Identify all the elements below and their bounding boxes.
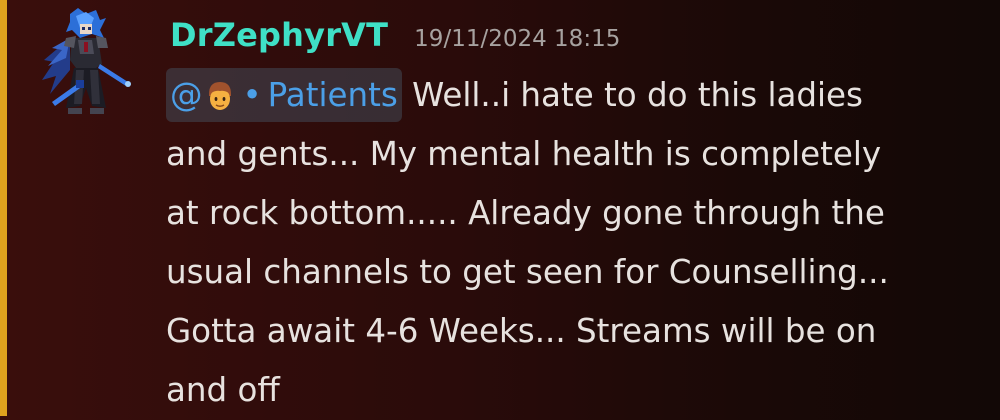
message-line: usual channels to get seen for Counselli… [166,253,889,291]
avatar[interactable] [40,8,132,118]
channel-mention[interactable]: @ • Patients [166,68,402,122]
mention-separator: • [242,76,262,114]
message-content: @ • Patients Well..i hate to do this ladi… [166,66,976,420]
channel-name: Patients [267,76,398,114]
chat-message: DrZephyrVT 19/11/2024 18:15 @ • Patients … [0,0,1000,416]
message-line: at rock bottom..... Already gone through… [166,194,885,232]
timestamp: 19/11/2024 18:15 [414,26,621,52]
message-line: and gents... My mental health is complet… [166,135,882,173]
message-header: DrZephyrVT 19/11/2024 18:15 [170,16,620,64]
avatar-character-icon [42,8,131,114]
message-text: Well..i hate to do this ladies [412,76,863,114]
message-line: and off [166,371,280,409]
mention-at-symbol: @ [170,76,203,114]
message-line: Gotta await 4-6 Weeks... Streams will be… [166,312,877,350]
message-line: @ • Patients Well..i hate to do this ladi… [166,66,976,125]
username[interactable]: DrZephyrVT [170,16,388,54]
boy-emoji-icon [205,74,235,110]
